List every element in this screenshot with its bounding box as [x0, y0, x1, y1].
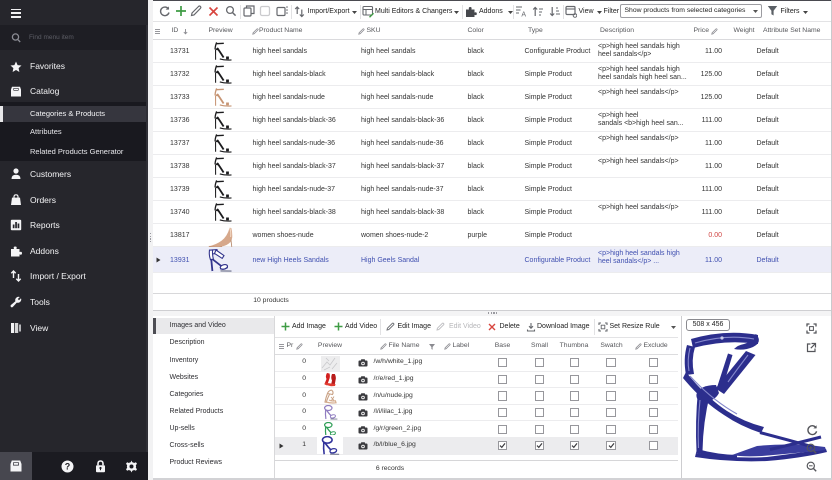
svg-text:?: ?: [65, 461, 71, 471]
svg-text:A: A: [521, 11, 526, 17]
